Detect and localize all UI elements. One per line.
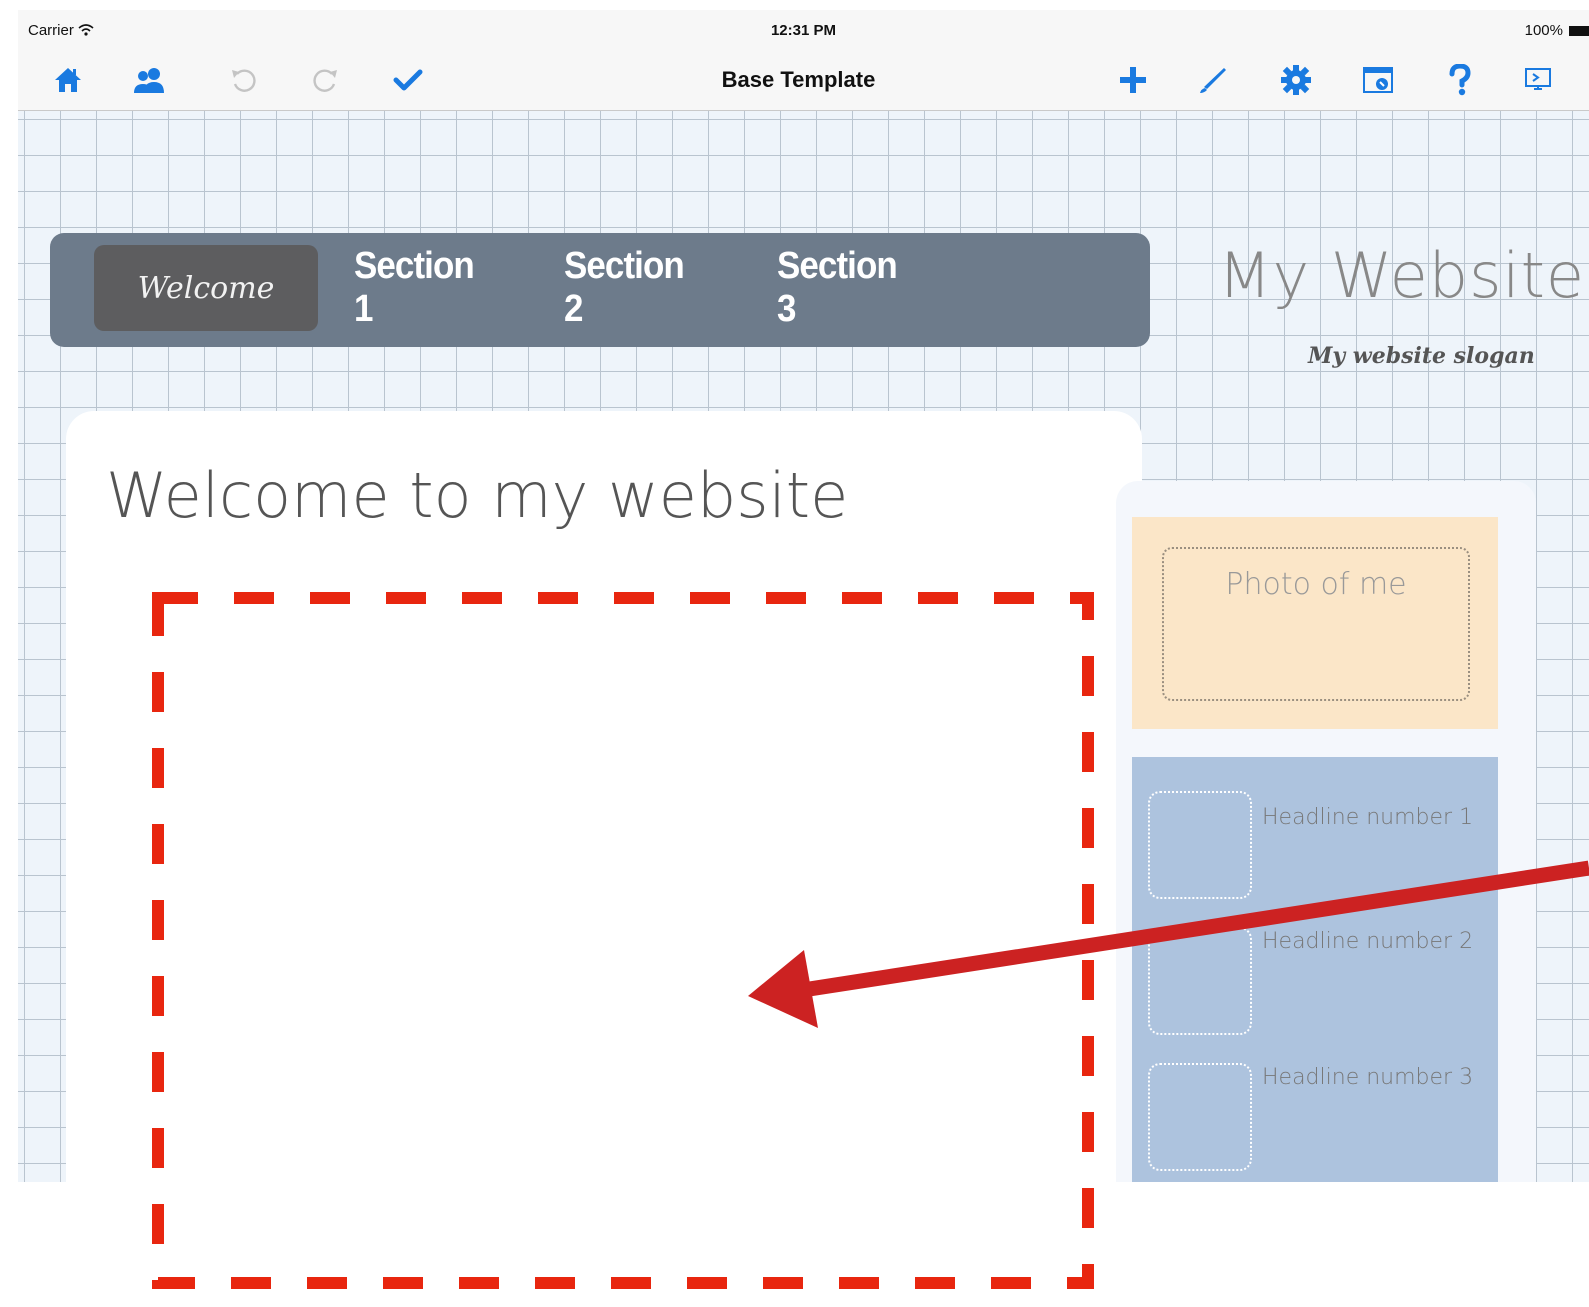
- status-bar: Carrier 12:31 PM 100%: [18, 10, 1589, 50]
- battery-icon: [1569, 25, 1589, 36]
- headlines-box[interactable]: Headline number 1 Headline number 2 Head…: [1132, 757, 1498, 1182]
- page-title: Base Template: [721, 67, 876, 92]
- presentation-icon[interactable]: [1518, 62, 1558, 98]
- headline-thumbnail[interactable]: [1148, 1063, 1252, 1171]
- nav-item-section-3[interactable]: Section 3: [777, 245, 915, 331]
- photo-box[interactable]: Photo of me: [1132, 517, 1498, 729]
- nav-item-section-2[interactable]: Section 2: [564, 245, 702, 331]
- site-nav-bar: Welcome Section 1 Section 2 Section 3: [50, 233, 1150, 347]
- site-slogan[interactable]: My website slogan: [1308, 343, 1535, 369]
- main-content-card[interactable]: Welcome to my website: [66, 411, 1142, 1182]
- battery-percent: 100%: [1524, 22, 1563, 39]
- headline-3[interactable]: Headline number 3: [1262, 1065, 1473, 1090]
- nav-item-section-1[interactable]: Section 1: [354, 245, 492, 331]
- photo-placeholder[interactable]: Photo of me: [1162, 547, 1470, 701]
- photo-label: Photo of me: [1225, 567, 1407, 602]
- headline-1[interactable]: Headline number 1: [1262, 805, 1473, 830]
- headline-thumbnail[interactable]: [1148, 791, 1252, 899]
- toolbar: Base Template: [18, 50, 1589, 111]
- brush-icon[interactable]: [1193, 62, 1233, 98]
- headline-2[interactable]: Headline number 2: [1262, 929, 1473, 954]
- battery-indicator: 100%: [1525, 22, 1589, 39]
- headline-thumbnail[interactable]: [1148, 927, 1252, 1035]
- nav-item-welcome[interactable]: Welcome: [94, 245, 318, 331]
- help-icon[interactable]: [1440, 62, 1480, 98]
- gear-icon[interactable]: [1276, 62, 1316, 98]
- sidebar-card[interactable]: Photo of me Headline number 1 Headline n…: [1116, 481, 1536, 1182]
- site-title[interactable]: My Website: [1218, 239, 1585, 312]
- clock: 12:31 PM: [770, 22, 837, 39]
- design-canvas[interactable]: Welcome Section 1 Section 2 Section 3 My…: [18, 111, 1589, 1182]
- app-screen: Carrier 12:31 PM 100% Base Template Welc…: [18, 10, 1589, 1182]
- preview-window-icon[interactable]: [1358, 62, 1398, 98]
- main-heading[interactable]: Welcome to my website: [106, 459, 848, 532]
- plus-icon[interactable]: [1113, 62, 1153, 98]
